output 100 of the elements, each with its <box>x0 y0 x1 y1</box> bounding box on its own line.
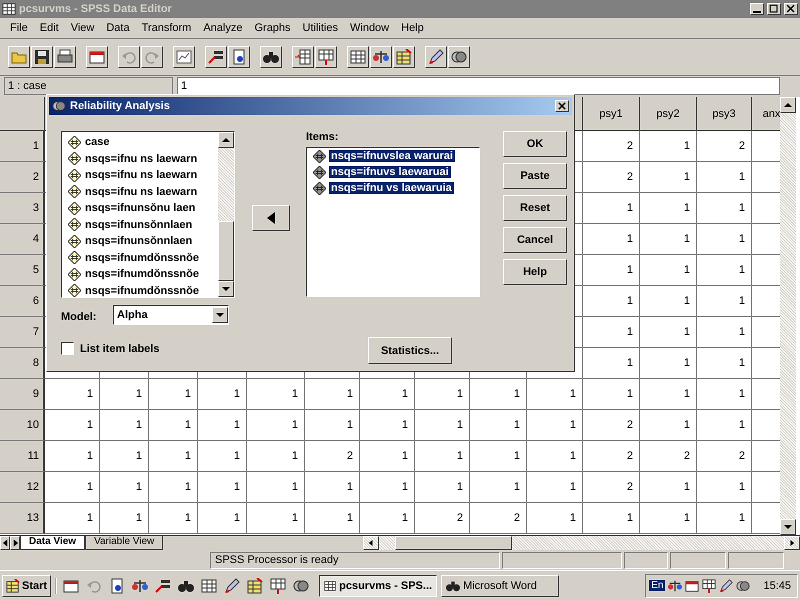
column-header[interactable]: psy1 <box>583 97 640 132</box>
status-message: SPSS Processor is ready <box>210 552 500 569</box>
table-cell: 1 <box>198 503 247 534</box>
taskbar-button[interactable]: Microsoft Word <box>441 574 560 597</box>
menu-item[interactable]: Graphs <box>248 22 297 34</box>
dialog-button[interactable]: Reset <box>503 195 567 221</box>
table-cell: 1 <box>100 441 149 472</box>
table-cell: 1 <box>247 410 305 442</box>
dialog-button[interactable]: Cancel <box>503 227 567 253</box>
table-cell: 1 <box>697 348 752 380</box>
row-number[interactable]: 2 <box>0 162 45 194</box>
variable-item[interactable]: nsqs=ifnu ns laewarn <box>62 184 218 200</box>
table-cell: 2 <box>583 472 640 504</box>
cell-value-field[interactable]: 1 <box>177 77 780 96</box>
column-header[interactable]: psy2 <box>640 97 697 132</box>
table-cell: 1 <box>640 410 697 442</box>
table-cell: 2 <box>583 441 640 472</box>
window-title: pcsurvms - SPSS Data Editor <box>19 2 173 15</box>
column-header[interactable]: psy3 <box>697 97 752 132</box>
table-cell: 1 <box>198 472 247 504</box>
table-cell: 1 <box>360 441 415 472</box>
menu-item[interactable]: View <box>64 22 100 34</box>
variable-item[interactable]: nsqs=ifnunsŏnnlaen <box>62 233 218 250</box>
variable-item[interactable]: nsqs=ifnunsŏnnlaen <box>62 216 218 233</box>
menu-item[interactable]: Data <box>100 22 136 34</box>
table-cell: 1 <box>415 441 470 472</box>
table-cell: 1 <box>100 410 149 442</box>
table-cell: 2 <box>415 503 470 534</box>
table-cell: 1 <box>45 503 100 534</box>
variable-item[interactable]: nsqs=ifnunsŏnu laen <box>62 200 218 216</box>
row-number[interactable]: 11 <box>0 441 45 472</box>
menu-item[interactable]: File <box>4 22 34 34</box>
table-cell: 1 <box>640 224 697 256</box>
row-number[interactable]: 1 <box>0 131 45 162</box>
table-cell: 1 <box>583 317 640 348</box>
menu-item[interactable]: Transform <box>136 22 198 34</box>
variable-item[interactable]: case <box>62 134 218 150</box>
model-dropdown[interactable]: Alpha <box>113 305 229 325</box>
table-cell: 1 <box>697 193 752 224</box>
view-tab[interactable]: Data View <box>20 536 86 550</box>
variable-item[interactable]: nsqs=ifnumdŏnssnŏe <box>62 266 218 282</box>
dialog-button[interactable]: Paste <box>503 163 567 189</box>
table-cell: 1 <box>527 503 583 534</box>
table-cell: 1 <box>697 224 752 256</box>
table-cell: 1 <box>149 379 198 410</box>
table-cell: 1 <box>149 410 198 442</box>
table-cell: 1 <box>415 410 470 442</box>
table-cell: 1 <box>360 379 415 410</box>
view-tab[interactable]: Variable View <box>85 536 164 550</box>
language-indicator[interactable]: En <box>649 580 666 592</box>
table-cell: 1 <box>198 441 247 472</box>
table-cell: 1 <box>470 441 527 472</box>
variable-item[interactable]: nsqs=ifnumdŏnssnŏe <box>62 250 218 266</box>
menu-item[interactable]: Utilities <box>296 22 344 34</box>
table-cell: 1 <box>640 317 697 348</box>
table-cell: 1 <box>527 472 583 504</box>
table-cell: 1 <box>640 255 697 286</box>
start-button[interactable]: Start <box>2 574 52 597</box>
menu-item[interactable]: Window <box>344 22 396 34</box>
row-number[interactable]: 8 <box>0 348 45 380</box>
statistics-button[interactable]: Statistics... <box>368 337 452 364</box>
table-cell: 1 <box>305 472 360 504</box>
table-cell: 1 <box>583 193 640 224</box>
table-cell: 1 <box>640 472 697 504</box>
row-number[interactable]: 7 <box>0 317 45 348</box>
checkbox-label: List item labels <box>80 342 160 354</box>
table-cell: 1 <box>305 503 360 534</box>
dialog-button[interactable]: Help <box>503 259 567 285</box>
menu-item[interactable]: Analyze <box>197 22 248 34</box>
table-cell: 2 <box>583 410 640 442</box>
table-cell: 1 <box>247 472 305 504</box>
variable-item[interactable]: nsqs=ifnu ns laewarn <box>62 150 218 167</box>
table-cell: 1 <box>360 410 415 442</box>
taskbar-button[interactable]: pcsurvms - SPS... <box>319 574 438 597</box>
row-number[interactable]: 4 <box>0 224 45 256</box>
table-cell: 1 <box>149 472 198 504</box>
menu-item[interactable]: Help <box>395 22 430 34</box>
table-cell: 1 <box>583 255 640 286</box>
row-number[interactable]: 6 <box>0 286 45 318</box>
variable-item[interactable]: nsqs=ifnu ns laewarn <box>62 167 218 184</box>
column-header[interactable]: anx <box>752 97 780 132</box>
row-number[interactable]: 13 <box>0 503 45 534</box>
variable-item[interactable]: nsqs=ifnumdŏnssnŏe <box>62 282 218 297</box>
table-cell: 1 <box>305 410 360 442</box>
row-number[interactable]: 9 <box>0 379 45 410</box>
dialog-title: Reliability Analysis <box>70 100 171 112</box>
row-number[interactable]: 12 <box>0 472 45 504</box>
row-number[interactable]: 10 <box>0 410 45 442</box>
row-number[interactable]: 5 <box>0 255 45 286</box>
row-number[interactable]: 3 <box>0 193 45 224</box>
dialog-button[interactable]: OK <box>503 131 567 157</box>
clock: 15:45 <box>763 580 791 592</box>
table-cell: 1 <box>198 379 247 410</box>
menu-item[interactable]: Edit <box>34 22 65 34</box>
table-cell: 1 <box>360 472 415 504</box>
table-cell: 1 <box>697 472 752 504</box>
table-cell: 1 <box>527 410 583 442</box>
table-cell: 1 <box>100 472 149 504</box>
table-cell: 2 <box>583 162 640 194</box>
table-cell: 1 <box>527 441 583 472</box>
